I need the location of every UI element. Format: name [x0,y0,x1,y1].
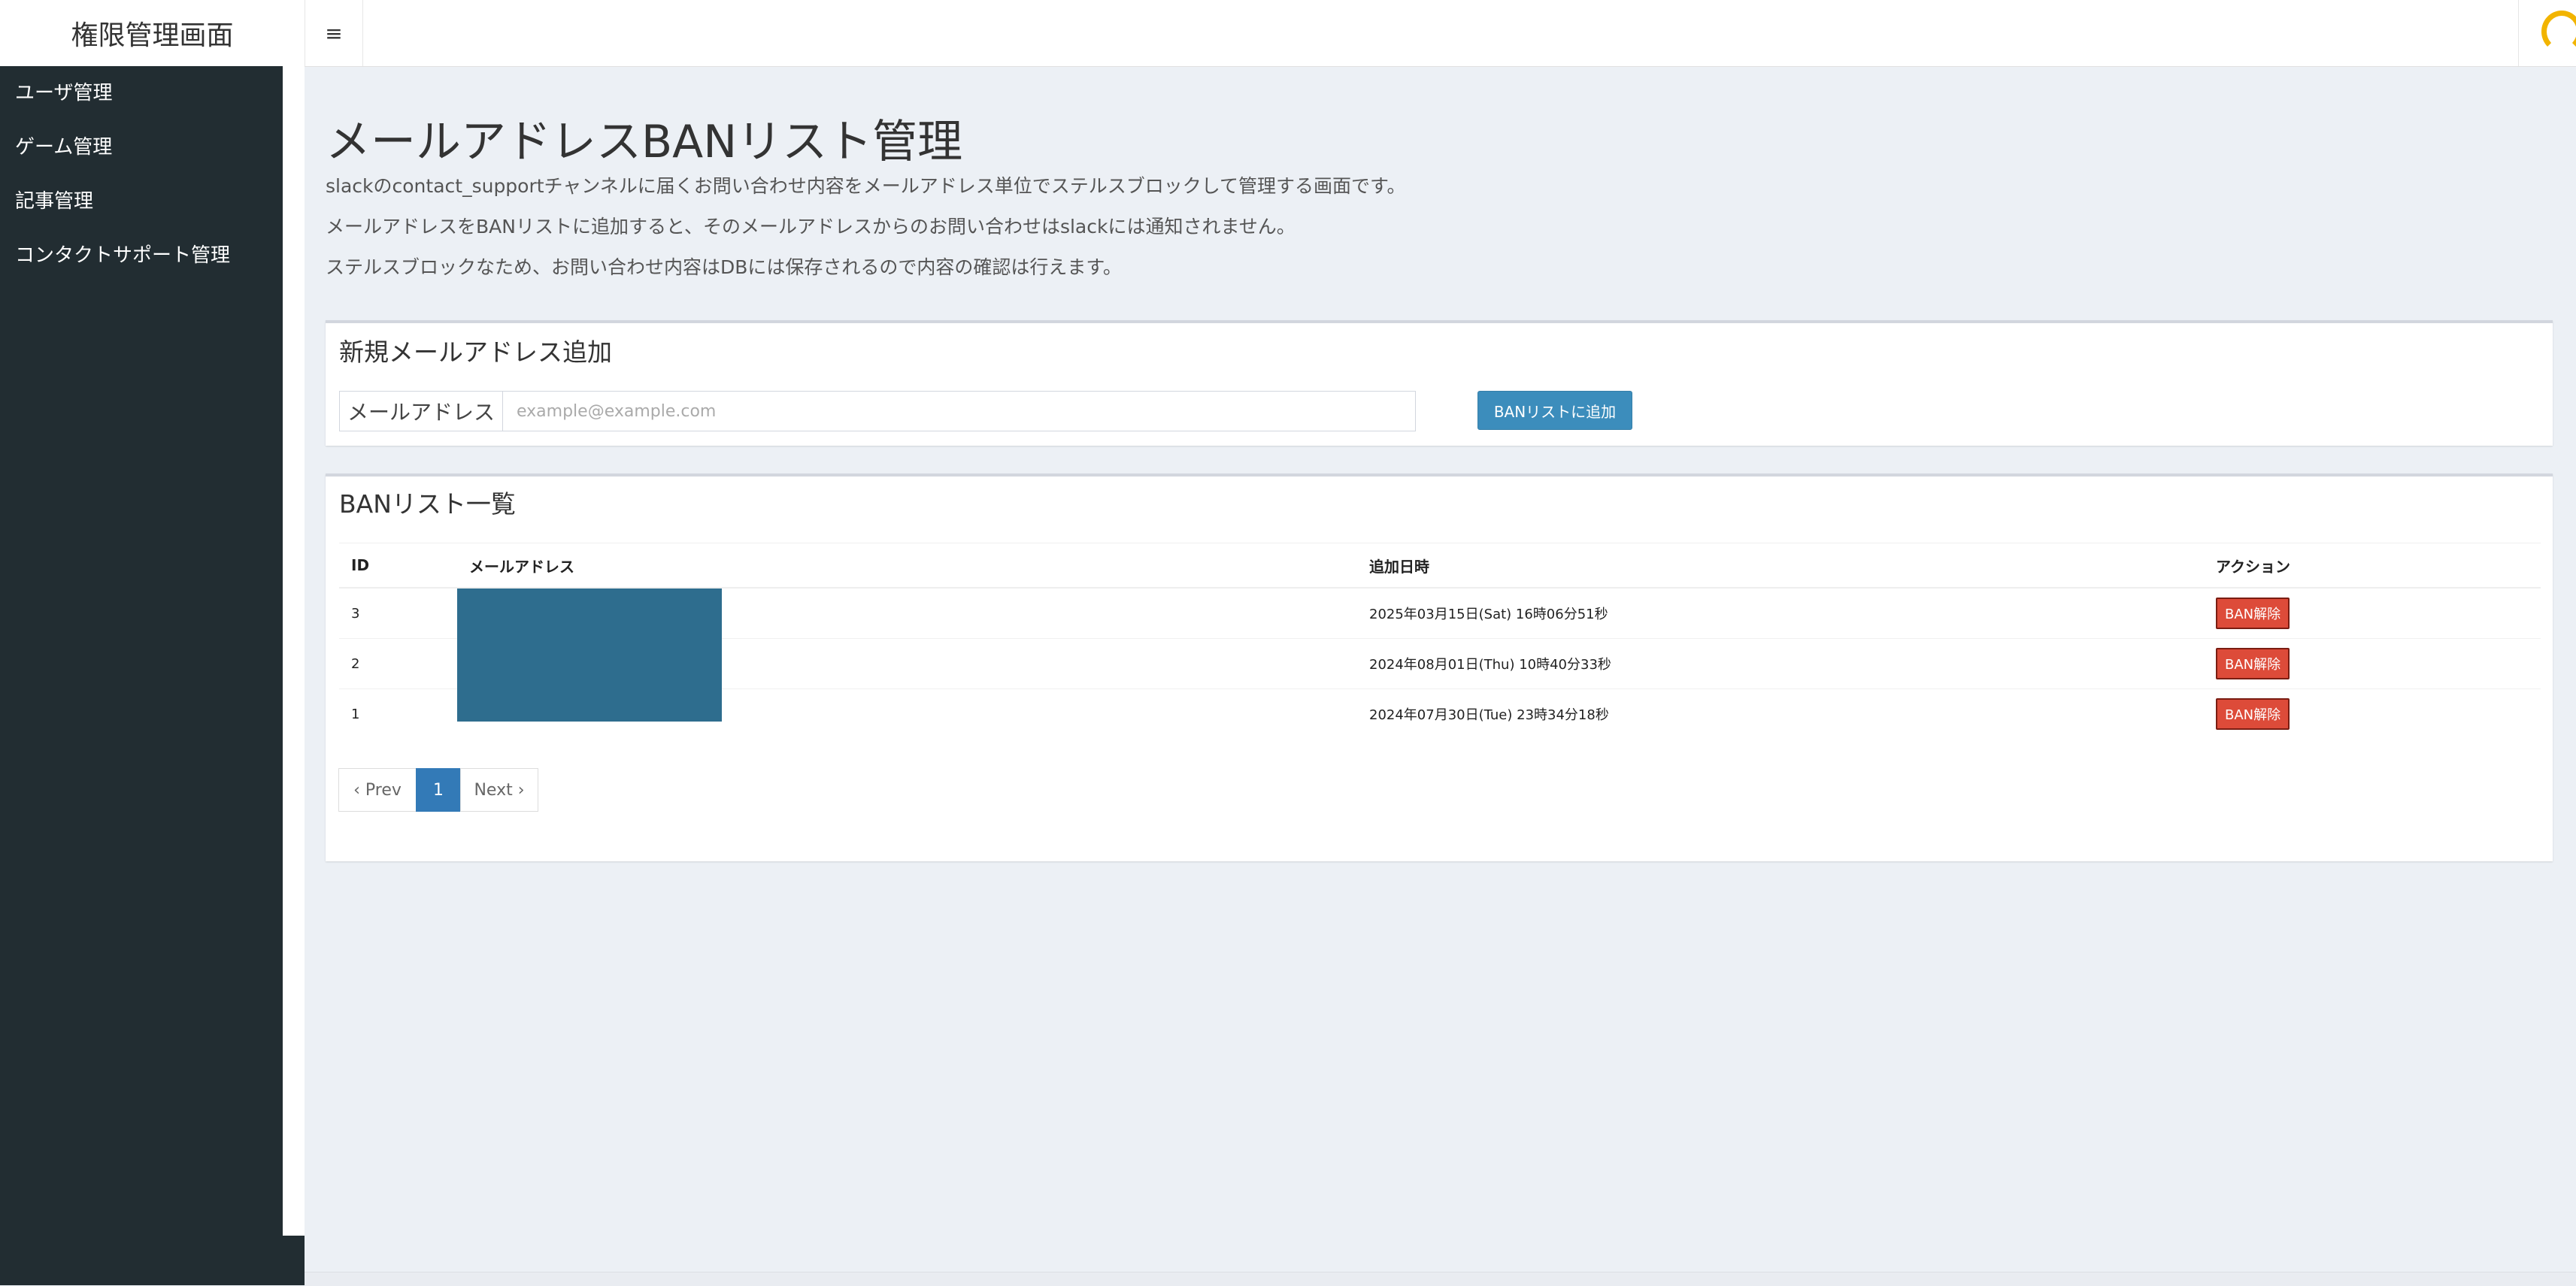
pagination-page-1[interactable]: 1 [416,768,461,812]
description-line: slackのcontact_supportチャンネルに届くお問い合わせ内容をメー… [326,175,1406,197]
row-action: BAN解除 [2204,638,2541,689]
avatar[interactable] [2541,11,2576,53]
user-menu[interactable] [2518,0,2576,66]
row-id: 3 [339,587,457,639]
sidebar-item-users[interactable]: ユーザ管理 [0,66,283,120]
row-id: 2 [339,638,457,689]
email-input[interactable] [503,392,1415,431]
sidebar-gap [283,66,305,1236]
row-email [457,587,1357,722]
unban-button[interactable]: BAN解除 [2216,598,2290,629]
pagination: ‹ Prev 1 Next › [338,768,538,812]
add-email-box: 新規メールアドレス追加 メールアドレス BANリストに追加 [326,320,2553,446]
column-header-email: メールアドレス [457,543,1357,589]
top-navbar: ≡ [305,0,2576,67]
column-header-added-at: 追加日時 [1357,543,2204,589]
email-input-label: メールアドレス [340,392,503,431]
redacted-email-block [457,589,722,722]
sidebar-toggle-button[interactable]: ≡ [305,0,363,66]
email-input-group: メールアドレス [339,391,1416,431]
column-header-id: ID [339,543,457,589]
hamburger-icon: ≡ [325,20,343,46]
content-wrapper: メールアドレスBANリスト管理 slackのcontact_supportチャン… [305,66,2576,1285]
footer [305,1272,2576,1286]
column-header-action: アクション [2204,543,2541,589]
description-line: メールアドレスをBANリストに追加すると、そのメールアドレスからのお問い合わせは… [326,216,1296,238]
sidebar-bottom [0,1236,305,1285]
unban-button[interactable]: BAN解除 [2216,698,2290,730]
pagination-prev[interactable]: ‹ Prev [338,768,417,812]
unban-button[interactable]: BAN解除 [2216,648,2290,679]
ban-list-table: ID メールアドレス 追加日時 アクション 3 2025年03月15日(Sat)… [339,543,2541,739]
sidebar-item-games[interactable]: ゲーム管理 [0,120,283,174]
sidebar-item-articles[interactable]: 記事管理 [0,174,283,228]
ban-list-box-title: BANリスト一覧 [339,489,516,519]
row-added-at: 2024年08月01日(Thu) 10時40分33秒 [1357,638,2204,689]
row-added-at: 2025年03月15日(Sat) 16時06分51秒 [1357,587,2204,639]
row-added-at: 2024年07月30日(Tue) 23時34分18秒 [1357,688,2204,739]
sidebar: ユーザ管理 ゲーム管理 記事管理 コンタクトサポート管理 [0,66,283,1236]
row-action: BAN解除 [2204,587,2541,639]
add-to-ban-list-button[interactable]: BANリストに追加 [1477,391,1632,430]
app-title: 権限管理画面 [71,20,234,51]
sidebar-item-contact-support[interactable]: コンタクトサポート管理 [0,228,283,283]
app-logo[interactable]: 権限管理画面 [0,0,305,67]
ban-list-box: BANリスト一覧 ID メールアドレス 追加日時 アクション 3 2025年03… [326,474,2553,861]
row-action: BAN解除 [2204,688,2541,739]
page-title: メールアドレスBANリスト管理 [326,116,963,168]
pagination-next[interactable]: Next › [460,768,538,812]
table-header-row: ID メールアドレス 追加日時 アクション [339,543,2541,589]
description-line: ステルスブロックなため、お問い合わせ内容はDBには保存されるので内容の確認は行え… [326,256,1122,278]
add-email-box-title: 新規メールアドレス追加 [339,337,612,367]
row-id: 1 [339,688,457,739]
table-row: 3 2025年03月15日(Sat) 16時06分51秒 BAN解除 [339,587,2541,722]
